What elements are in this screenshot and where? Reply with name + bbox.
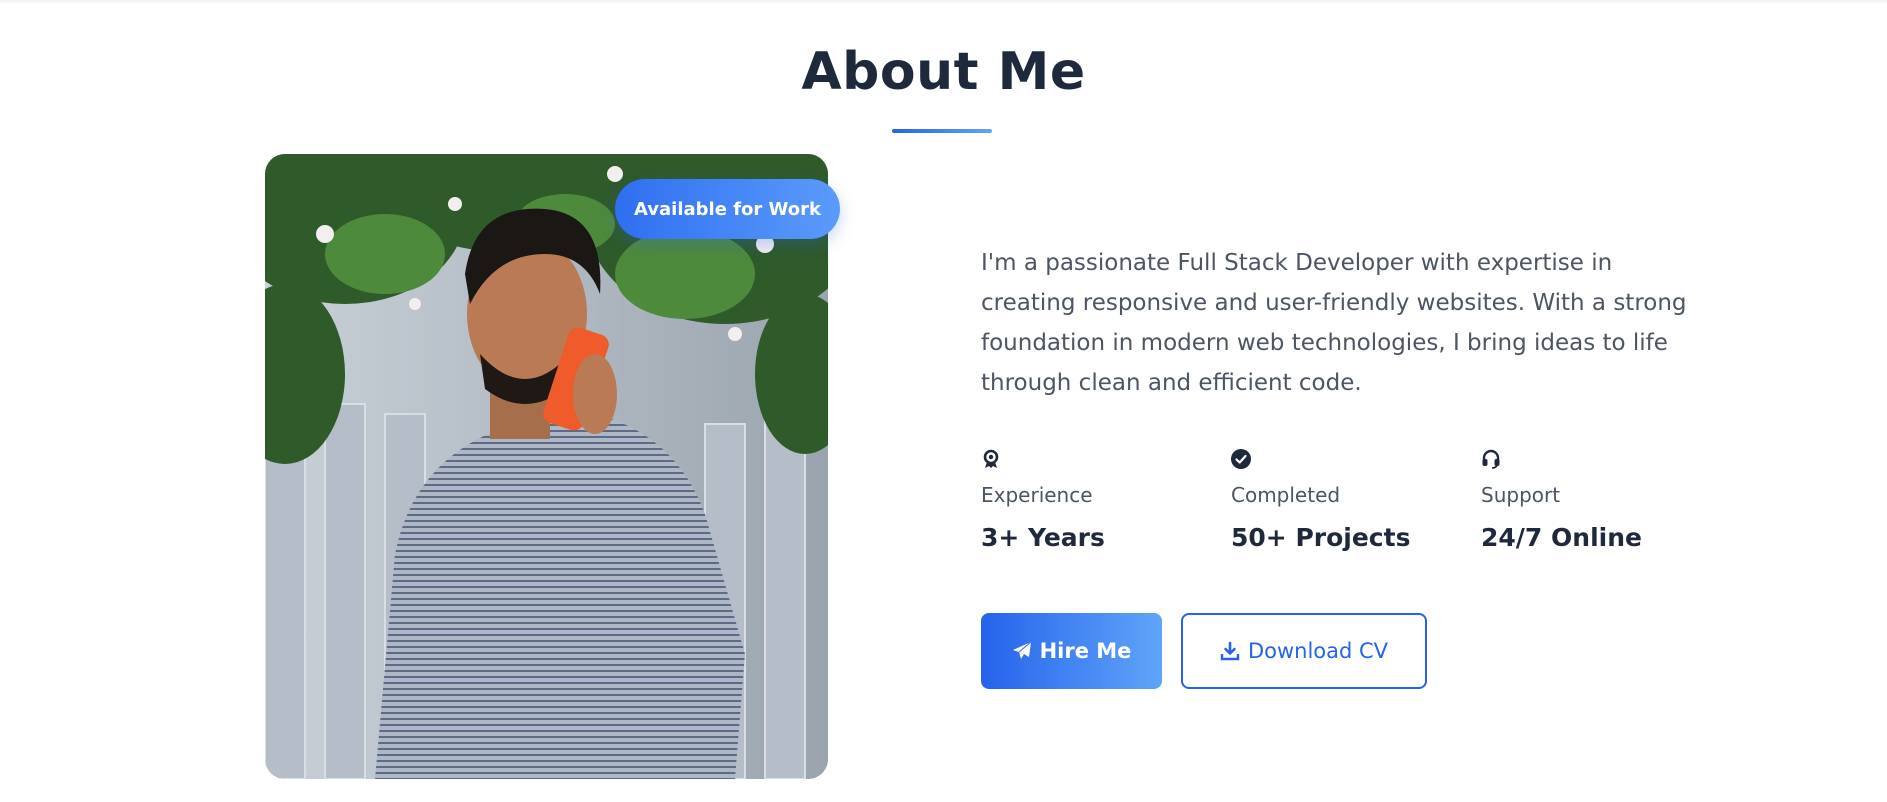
section-title: About Me (801, 42, 1086, 102)
stat-value: 50+ Projects (1231, 523, 1411, 552)
intro-paragraph: I'm a passionate Full Stack Developer wi… (981, 250, 1687, 396)
stat-experience: Experience 3+ Years (981, 449, 1201, 552)
hire-me-label: Hire Me (1039, 639, 1132, 663)
top-divider (0, 0, 1887, 4)
stat-projects: Completed 50+ Projects (1231, 449, 1451, 552)
download-cv-button[interactable]: Download CV (1181, 613, 1427, 689)
hire-me-button[interactable]: Hire Me (981, 613, 1162, 689)
availability-badge: Available for Work (615, 179, 840, 239)
stat-label: Completed (1231, 483, 1341, 507)
stat-label: Support (1481, 483, 1561, 507)
headset-icon (1481, 449, 1501, 469)
check-circle-icon (1231, 449, 1251, 469)
download-icon (1220, 641, 1240, 661)
stat-support: Support 24/7 Online (1481, 449, 1701, 552)
stat-label: Experience (981, 483, 1093, 507)
paper-plane-icon (1012, 641, 1032, 661)
download-cv-label: Download CV (1247, 639, 1389, 663)
stat-value: 24/7 Online (1481, 523, 1642, 552)
title-underline (892, 129, 992, 133)
profile-photo (265, 154, 828, 779)
award-icon (981, 449, 1001, 469)
stat-value: 3+ Years (981, 523, 1105, 552)
